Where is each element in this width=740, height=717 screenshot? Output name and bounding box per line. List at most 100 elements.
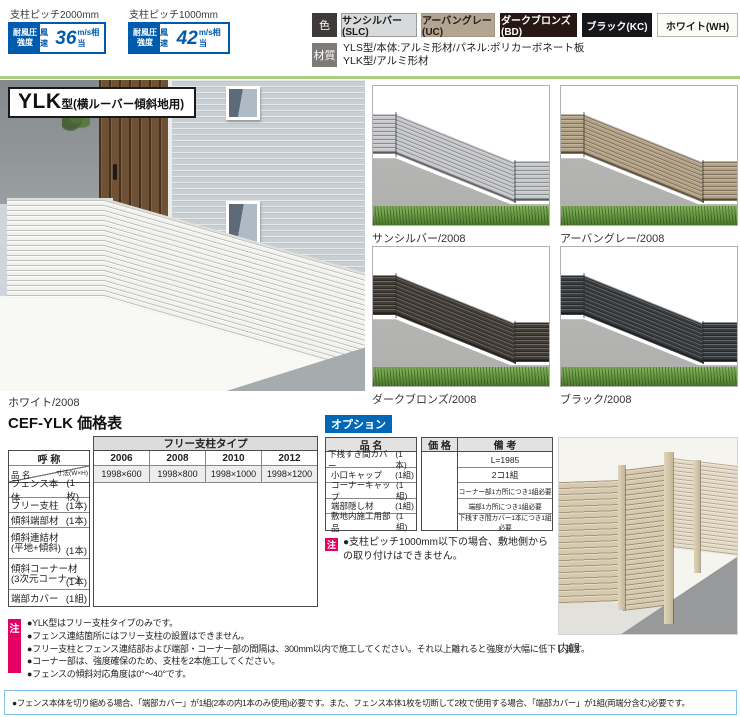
fence-post bbox=[583, 112, 585, 156]
variant-photo-black bbox=[560, 246, 738, 387]
option-col-note-header: 備 考 bbox=[458, 438, 552, 452]
grass bbox=[373, 206, 549, 225]
fence-post bbox=[395, 112, 397, 156]
option-col-price-header: 価 格 bbox=[422, 438, 457, 452]
price-row-slope-end: 傾斜端部材 (1本) bbox=[9, 513, 89, 528]
hero-fence-flat-section bbox=[7, 198, 113, 298]
pitch-label-2000: 支柱ピッチ2000mm bbox=[10, 6, 99, 21]
color-swatch-sunsilver: サンシルバー(SLC) bbox=[341, 13, 417, 37]
color-swatch-white: ホワイト(WH) bbox=[657, 13, 738, 37]
section-divider bbox=[0, 76, 740, 79]
price-row-slope-corner: 傾斜コーナー材(3次元コーナー) (1本) bbox=[9, 559, 89, 590]
fence-post bbox=[702, 160, 704, 203]
option-note-cell: 2コ1組 bbox=[458, 468, 552, 483]
wind-badge-left-label: 耐風圧 強度 bbox=[10, 24, 40, 52]
fence-flat-left bbox=[561, 114, 585, 154]
fence-flat-right bbox=[702, 161, 737, 201]
color-label: 色 bbox=[312, 13, 337, 37]
variant-caption-darkbronze: ダークブロンズ/2008 bbox=[372, 391, 476, 407]
interior-post bbox=[664, 452, 673, 624]
fence-flat-left bbox=[373, 275, 397, 315]
interior-post bbox=[618, 465, 625, 610]
code-row: 2006 2008 2010 2012 bbox=[94, 451, 317, 466]
interior-louver-panel bbox=[559, 480, 623, 604]
hero-window-upper bbox=[226, 86, 260, 120]
hero-title-box: YLK 型(横ルーバー傾斜地用) bbox=[8, 87, 196, 118]
price-table-name-column: 呼 称 寸法(W×H) 品 名 フェンス本体 (1枚) フリー支柱 (1本) 傾… bbox=[8, 450, 90, 607]
hero-photo-white-fence: YLK 型(横ルーバー傾斜地用) bbox=[0, 80, 365, 391]
hero-caption: ホワイト/2008 bbox=[8, 394, 80, 410]
price-row-slope-joint: 傾斜連結材(平地+傾斜) (1本) bbox=[9, 528, 89, 559]
variant-caption-black: ブラック/2008 bbox=[560, 391, 632, 407]
price-table-title: CEF-YLK 価格表 bbox=[8, 412, 122, 433]
option-note-cell: コーナー部1カ所につき1組必要 bbox=[458, 483, 552, 499]
note-item: ●フリー支柱とフェンス連結部および端部・コーナー部の間隔は、300mm以内で施工… bbox=[27, 643, 740, 656]
wind-badge-value: 風速 36 m/s相当 bbox=[40, 24, 104, 52]
price-empty-area bbox=[94, 483, 317, 606]
option-price-note-block: 価 格 備 考 L=1985 2コ1組 コーナー部1カ所につき1組必要 端部1カ… bbox=[421, 437, 553, 531]
wind-badge-value: 風速 42 m/s相当 bbox=[160, 24, 228, 52]
size-row: 1998×600 1998×800 1998×1000 1998×1200 bbox=[94, 466, 317, 483]
hero-title-main: YLK bbox=[18, 90, 62, 114]
option-price-column: 価 格 bbox=[422, 438, 458, 530]
group-header: フリー支柱タイプ bbox=[94, 437, 317, 451]
price-table: 呼 称 寸法(W×H) 品 名 フェンス本体 (1枚) フリー支柱 (1本) 傾… bbox=[8, 436, 318, 608]
option-header: オプション bbox=[325, 415, 392, 433]
material-line-ylk: YLK型/アルミ形材 bbox=[343, 55, 584, 68]
option-note-text: ●支柱ピッチ1000mm以下の場合、敷地側からの取り付けはできません。 bbox=[343, 536, 553, 563]
grass bbox=[561, 367, 737, 386]
option-row-gap-cover: 下桟すき間カバー(1本) bbox=[326, 452, 416, 468]
fence-post bbox=[583, 273, 585, 317]
color-swatch-darkbronze: ダークブロンズ(BD) bbox=[500, 13, 577, 37]
note-item: ●フェンスの傾斜対応角度は0°〜40°です。 bbox=[27, 668, 740, 681]
price-table-data-block: フリー支柱タイプ 2006 2008 2010 2012 1998×600 19… bbox=[93, 436, 318, 607]
option-note-cell: 下桟すき間カバー1本につき1組必要 bbox=[458, 514, 552, 530]
interior-caption: 内観 bbox=[558, 640, 580, 656]
grass bbox=[373, 367, 549, 386]
material-text: YLS型/本体:アルミ形材/パネル:ポリカーボネート板 YLK型/アルミ形材 bbox=[343, 42, 584, 68]
fence-flat-left bbox=[373, 114, 397, 154]
fence-flat-right bbox=[514, 161, 549, 201]
variant-photo-urbangray bbox=[560, 85, 738, 226]
variant-caption-urbangray: アーバングレー/2008 bbox=[560, 230, 664, 246]
option-note-badge: 注 bbox=[325, 538, 338, 551]
option-table: 品 名 下桟すき間カバー(1本) 小口キャップ(1組) コーナーキャップ(1組)… bbox=[325, 437, 553, 531]
price-row-free-post: フリー支柱 (1本) bbox=[9, 498, 89, 513]
fence-flat-right bbox=[514, 322, 549, 362]
interior-view-photo bbox=[558, 437, 738, 635]
wind-badge-1000: 耐風圧 強度 風速 42 m/s相当 bbox=[128, 22, 230, 54]
price-row-fence-body: フェンス本体 (1枚) bbox=[9, 483, 89, 498]
grass bbox=[561, 206, 737, 225]
catalog-page: 支柱ピッチ2000mm 耐風圧 強度 風速 36 m/s相当 支柱ピッチ1000… bbox=[0, 0, 740, 717]
wind-badge-2000: 耐風圧 強度 風速 36 m/s相当 bbox=[8, 22, 106, 54]
color-swatch-black: ブラック(KC) bbox=[582, 13, 652, 37]
hero-title-sub: 型(横ルーバー傾斜地用) bbox=[62, 96, 185, 112]
interior-post bbox=[694, 460, 700, 574]
material-line-yls: YLS型/本体:アルミ形材/パネル:ポリカーボネート板 bbox=[343, 42, 584, 55]
footer-note-text: ●フェンス本体を切り縮める場合、「端部カバー」が1組(2本の内1本のみ使用)必要… bbox=[12, 697, 690, 709]
option-note-column: 備 考 L=1985 2コ1組 コーナー部1カ所につき1組必要 端部1カ所につき… bbox=[458, 438, 552, 530]
fence-flat-left bbox=[561, 275, 585, 315]
fence-flat-right bbox=[702, 322, 737, 362]
option-row-corner-cap: コーナーキャップ(1組) bbox=[326, 483, 416, 499]
footer-note-bar: ●フェンス本体を切り縮める場合、「端部カバー」が1組(2本の内1本のみ使用)必要… bbox=[4, 690, 737, 715]
interior-louver-panel bbox=[673, 458, 737, 556]
material-label: 材質 bbox=[312, 43, 337, 67]
fence-post bbox=[514, 321, 516, 364]
call-header-cell: 呼 称 bbox=[9, 451, 89, 466]
fence-post bbox=[395, 273, 397, 317]
pitch-label-1000: 支柱ピッチ1000mm bbox=[129, 6, 218, 21]
variant-photo-sunsilver bbox=[372, 85, 550, 226]
hero-door-handle bbox=[113, 164, 117, 180]
color-swatch-urbangray: アーバングレー(UC) bbox=[421, 13, 495, 37]
option-note-cell: L=1985 bbox=[458, 452, 552, 468]
fence-post bbox=[702, 321, 704, 364]
wind-badge-left-label: 耐風圧 強度 bbox=[130, 24, 160, 52]
variant-photo-darkbronze bbox=[372, 246, 550, 387]
variant-caption-sunsilver: サンシルバー/2008 bbox=[372, 230, 466, 246]
fence-post bbox=[514, 160, 516, 203]
price-row-end-cover: 端部カバー (1組) bbox=[9, 590, 89, 606]
note-item: ●コーナー部は、強度確保のため、支柱を2本施工してください。 bbox=[27, 655, 740, 668]
note-badge: 注 bbox=[8, 619, 21, 673]
option-name-column: 品 名 下桟すき間カバー(1本) 小口キャップ(1組) コーナーキャップ(1組)… bbox=[325, 437, 417, 531]
